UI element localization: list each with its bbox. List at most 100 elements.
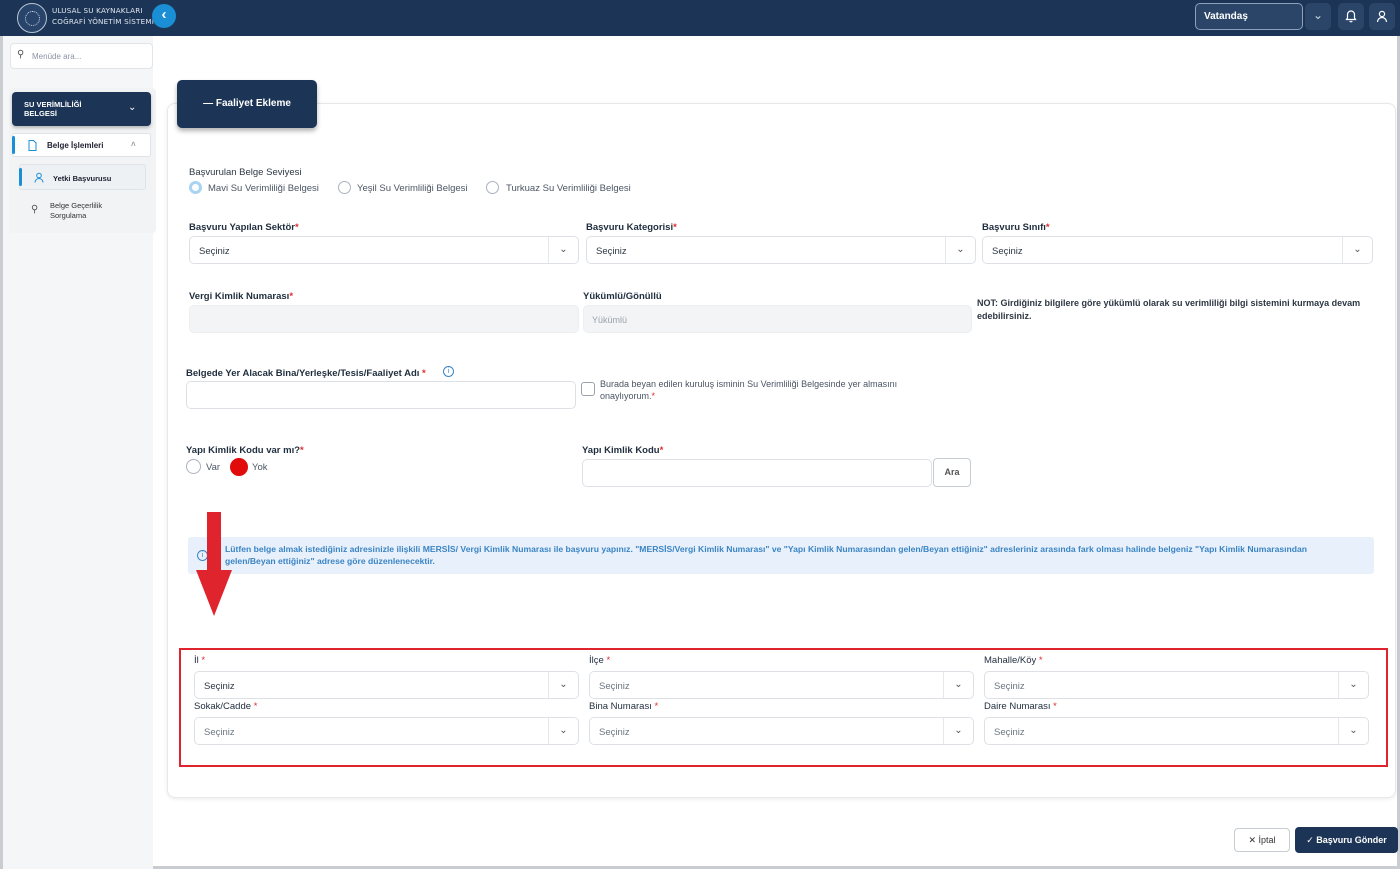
brand-line1: ULUSAL SU KAYNAKLARI xyxy=(52,6,143,15)
info-message: Lütfen belge almak istediğiniz adresiniz… xyxy=(188,537,1374,574)
bell-icon xyxy=(1345,10,1357,23)
role-dropdown-button[interactable]: ⌄ xyxy=(1305,3,1331,30)
activity-add-label: Faaliyet Ekleme xyxy=(215,98,291,109)
level-radio-turkuaz[interactable] xyxy=(486,181,499,194)
sidebar-item-label: Belge İşlemleri xyxy=(47,141,104,150)
top-bar xyxy=(0,0,1400,36)
building-id-radio-yok[interactable] xyxy=(230,458,248,476)
sokak-value: Seçiniz xyxy=(204,727,235,738)
bina-value: Seçiniz xyxy=(599,727,630,738)
class-label: Başvuru Sınıfı* xyxy=(982,222,1050,233)
user-icon xyxy=(1376,10,1388,23)
category-select[interactable]: Seçiniz ⌄ xyxy=(586,236,976,264)
bina-label: Bina Numarası * xyxy=(589,701,659,712)
role-select[interactable]: Vatandaş xyxy=(1195,3,1303,30)
sidebar-item-belge-gecerlilik[interactable]: ⚲ Belge Geçerlilik Sorgulama xyxy=(19,197,146,225)
chevron-down-icon: ⌄ xyxy=(1338,672,1368,698)
chevron-down-icon: ⌄ xyxy=(548,672,578,698)
building-id-input[interactable] xyxy=(582,459,932,487)
daire-select[interactable]: Seçiniz ⌄ xyxy=(984,717,1369,745)
consent-checkbox[interactable] xyxy=(581,382,595,396)
building-id-search-button[interactable]: Ara xyxy=(933,458,971,487)
sidebar-item-label: Yetki Başvurusu xyxy=(53,174,112,183)
level-radio-mavi[interactable] xyxy=(189,181,202,194)
building-id-option-var: Var xyxy=(206,462,221,473)
tax-number-input[interactable] xyxy=(189,305,579,333)
address-highlight-box xyxy=(179,648,1388,767)
search-icon: ⚲ xyxy=(17,49,25,60)
collapse-sidebar-button[interactable]: ‹ xyxy=(152,4,176,28)
consent-text: Burada beyan edilen kuruluş isminin Su V… xyxy=(600,379,898,401)
chevron-down-icon: ⌄ xyxy=(943,718,973,744)
activity-add-button[interactable]: — Faaliyet Ekleme xyxy=(177,80,317,128)
building-id-option-yok: Yok xyxy=(252,462,268,473)
level-radio-yesil[interactable] xyxy=(338,181,351,194)
class-value: Seçiniz xyxy=(992,246,1023,257)
document-icon xyxy=(28,140,37,151)
daire-value: Seçiniz xyxy=(994,727,1025,738)
sidebar-item-label-line2: Sorgulama xyxy=(50,211,87,220)
mahalle-select[interactable]: Seçiniz ⌄ xyxy=(984,671,1369,699)
il-value: Seçiniz xyxy=(204,681,235,692)
sector-select[interactable]: Seçiniz ⌄ xyxy=(189,236,579,264)
obligation-field: Yükümlü xyxy=(583,305,972,333)
ilce-value: Seçiniz xyxy=(599,681,630,692)
facility-label: Belgede Yer Alacak Bina/Yerleşke/Tesis/F… xyxy=(186,368,426,379)
il-select[interactable]: Seçiniz ⌄ xyxy=(194,671,579,699)
daire-label: Daire Numarası * xyxy=(984,701,1057,712)
chevron-down-icon: ⌄ xyxy=(128,102,137,113)
submit-label: Başvuru Gönder xyxy=(1316,835,1387,845)
sokak-select[interactable]: Seçiniz ⌄ xyxy=(194,717,579,745)
obligation-label: Yükümlü/Gönüllü xyxy=(583,291,662,302)
il-label: İl * xyxy=(194,655,206,666)
search-icon: ⚲ xyxy=(31,204,39,215)
tax-label: Vergi Kimlik Numarası* xyxy=(189,291,294,302)
brand-line2: COĞRAFİ YÖNETİM SİSTEMİ xyxy=(52,17,155,26)
chevron-down-icon: ⌄ xyxy=(1342,237,1372,263)
sidebar-item-label-line1: Belge Geçerlilik xyxy=(50,201,103,210)
sidebar-item-belge-islemleri[interactable]: Belge İşlemleri ˄ xyxy=(12,133,151,157)
ilce-select[interactable]: Seçiniz ⌄ xyxy=(589,671,974,699)
chevron-down-icon: ⌄ xyxy=(943,672,973,698)
class-select[interactable]: Seçiniz ⌄ xyxy=(982,236,1373,264)
chevron-down-icon: ⌄ xyxy=(548,237,578,263)
user-menu-button[interactable] xyxy=(1369,3,1395,30)
obligation-note: NOT: Girdiğiniz bilgilere göre yükümlü o… xyxy=(977,298,1361,321)
sector-label: Başvuru Yapılan Sektör* xyxy=(189,222,299,233)
chevron-down-icon: ⌄ xyxy=(1312,8,1324,22)
active-indicator xyxy=(12,136,15,154)
menu-search-input[interactable]: ⚲ Menüde ara... xyxy=(10,43,153,69)
sokak-label: Sokak/Cadde * xyxy=(194,701,258,712)
category-label: Başvuru Kategorisi* xyxy=(586,222,677,233)
ilce-label: İlçe * xyxy=(589,655,611,666)
level-label: Başvurulan Belge Seviyesi xyxy=(189,167,302,178)
close-icon: ✕ xyxy=(1248,835,1256,845)
sector-value: Seçiniz xyxy=(199,246,230,257)
chevron-down-icon: ⌄ xyxy=(548,718,578,744)
cancel-button[interactable]: ✕ İptal xyxy=(1234,828,1290,852)
chevron-left-icon: ‹ xyxy=(161,6,167,23)
menu-search-placeholder: Menüde ara... xyxy=(32,52,82,61)
active-indicator xyxy=(19,168,22,186)
level-option-turkuaz: Turkuaz Su Verimliliği Belgesi xyxy=(506,183,631,194)
notifications-button[interactable] xyxy=(1338,3,1364,30)
building-id-question: Yapı Kimlik Kodu var mı?* xyxy=(186,445,304,456)
level-option-mavi: Mavi Su Verimliliği Belgesi xyxy=(208,183,319,194)
bina-select[interactable]: Seçiniz ⌄ xyxy=(589,717,974,745)
ministry-logo xyxy=(17,3,47,33)
chevron-down-icon: ⌄ xyxy=(1338,718,1368,744)
category-value: Seçiniz xyxy=(596,246,627,257)
info-icon[interactable]: i xyxy=(443,366,454,377)
mahalle-value: Seçiniz xyxy=(994,681,1025,692)
obligation-value: Yükümlü xyxy=(592,315,628,325)
sidebar-item-yetki-basvurusu[interactable]: Yetki Başvurusu xyxy=(19,164,146,190)
cancel-label: İptal xyxy=(1258,835,1276,845)
submit-application-button[interactable]: ✓ Başvuru Gönder xyxy=(1295,827,1398,853)
mahalle-label: Mahalle/Köy * xyxy=(984,655,1043,666)
facility-name-input[interactable] xyxy=(186,381,576,409)
user-icon xyxy=(34,172,44,183)
building-id-radio-var[interactable] xyxy=(186,459,201,474)
arrow-down-icon xyxy=(196,512,232,616)
building-id-label: Yapı Kimlik Kodu* xyxy=(582,445,664,456)
level-option-yesil: Yeşil Su Verimliliği Belgesi xyxy=(357,183,468,194)
